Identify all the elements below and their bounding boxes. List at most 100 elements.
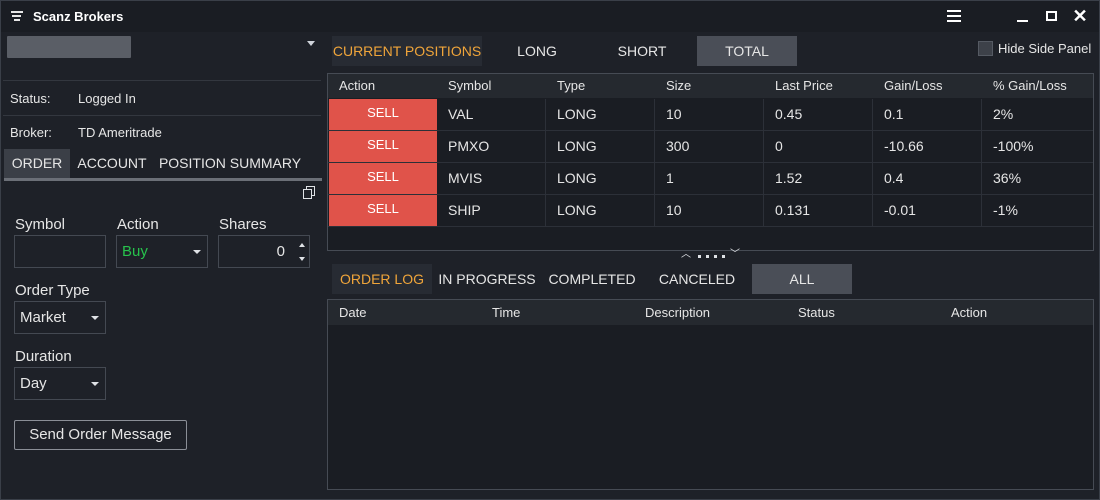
tab-current-positions[interactable]: CURRENT POSITIONS bbox=[332, 36, 482, 66]
splitter-handle[interactable]: ︿ ﹀ bbox=[681, 250, 743, 260]
column-header[interactable]: Last Price bbox=[775, 78, 833, 93]
title-bar: Scanz Brokers ✕ bbox=[1, 1, 1099, 32]
cell-size: 10 bbox=[666, 106, 682, 122]
hide-side-panel-label[interactable]: Hide Side Panel bbox=[998, 41, 1091, 56]
hide-side-panel-checkbox[interactable] bbox=[978, 41, 993, 56]
cell-gain-loss: 0.1 bbox=[884, 106, 904, 122]
account-select[interactable] bbox=[7, 36, 131, 58]
status-value: Logged In bbox=[78, 91, 136, 106]
maximize-icon[interactable] bbox=[1038, 5, 1064, 27]
cell-last-price: 0 bbox=[775, 138, 783, 154]
tab-short[interactable]: SHORT bbox=[592, 36, 692, 66]
order-log-table: Date Time Description Status Action bbox=[327, 299, 1094, 490]
tab-completed[interactable]: COMPLETED bbox=[542, 264, 642, 294]
chevron-up-icon[interactable]: ︿ bbox=[681, 250, 691, 260]
side-panel: Status: Logged In Broker: TD Ameritrade … bbox=[1, 32, 325, 500]
cell-size: 300 bbox=[666, 138, 690, 154]
decrement-icon[interactable] bbox=[299, 257, 305, 261]
cell-gain-loss: -0.01 bbox=[884, 202, 916, 218]
broker-label: Broker: bbox=[10, 125, 52, 140]
broker-value: TD Ameritrade bbox=[78, 125, 162, 140]
side-tabs: ORDER ACCOUNT POSITION SUMMARY bbox=[4, 149, 322, 178]
cell-size: 1 bbox=[666, 170, 674, 186]
column-header[interactable]: Type bbox=[557, 78, 585, 93]
cell-gain-loss: -10.66 bbox=[884, 138, 924, 154]
action-select[interactable]: Buy bbox=[116, 235, 208, 268]
table-row[interactable]: SELL MVIS LONG 1 1.52 0.4 36% bbox=[328, 163, 1093, 195]
column-header[interactable]: Date bbox=[339, 305, 366, 320]
tab-order[interactable]: ORDER bbox=[4, 149, 70, 178]
table-row[interactable]: SELL SHIP LONG 10 0.131 -0.01 -1% bbox=[328, 195, 1093, 227]
table-row[interactable]: SELL VAL LONG 10 0.45 0.1 2% bbox=[328, 99, 1093, 131]
divider bbox=[3, 80, 321, 81]
sell-button[interactable]: SELL bbox=[329, 195, 437, 226]
cell-pct-gain-loss: -100% bbox=[993, 138, 1034, 154]
symbol-input[interactable] bbox=[14, 235, 106, 268]
cell-type: LONG bbox=[557, 170, 597, 186]
action-label: Action bbox=[117, 216, 159, 233]
tab-long[interactable]: LONG bbox=[487, 36, 587, 66]
tab-underline bbox=[4, 178, 322, 181]
cell-size: 10 bbox=[666, 202, 682, 218]
table-header: Date Time Description Status Action bbox=[328, 300, 1093, 325]
tab-order-log[interactable]: ORDER LOG bbox=[332, 264, 432, 294]
chevron-down-icon bbox=[91, 382, 99, 386]
cell-symbol: VAL bbox=[448, 106, 474, 122]
column-header[interactable]: Gain/Loss bbox=[884, 78, 943, 93]
cell-last-price: 0.45 bbox=[775, 106, 803, 122]
cell-type: LONG bbox=[557, 138, 597, 154]
cell-symbol: MVIS bbox=[448, 170, 483, 186]
chevron-down-icon bbox=[91, 316, 99, 320]
table-row[interactable]: SELL PMXO LONG 300 0 -10.66 -100% bbox=[328, 131, 1093, 163]
sell-button[interactable]: SELL bbox=[329, 163, 437, 194]
duration-value: Day bbox=[20, 375, 47, 392]
sell-button[interactable]: SELL bbox=[329, 131, 437, 162]
cell-last-price: 1.52 bbox=[775, 170, 803, 186]
column-header[interactable]: Action bbox=[339, 78, 375, 93]
cell-gain-loss: 0.4 bbox=[884, 170, 904, 186]
copy-icon[interactable] bbox=[303, 186, 315, 199]
column-header[interactable]: Description bbox=[645, 305, 710, 320]
chevron-down-icon[interactable]: ﹀ bbox=[730, 250, 740, 260]
cell-last-price: 0.131 bbox=[775, 202, 811, 218]
window-title: Scanz Brokers bbox=[33, 9, 124, 24]
column-header[interactable]: Action bbox=[951, 305, 987, 320]
column-header[interactable]: Size bbox=[666, 78, 691, 93]
increment-icon[interactable] bbox=[299, 243, 305, 247]
divider bbox=[3, 115, 321, 116]
cell-symbol: SHIP bbox=[448, 202, 481, 218]
status-label: Status: bbox=[10, 91, 51, 106]
broker-window: Scanz Brokers ✕ Status: Logged In Broker… bbox=[0, 0, 1100, 500]
cell-pct-gain-loss: 2% bbox=[993, 106, 1014, 122]
duration-label: Duration bbox=[15, 348, 72, 365]
tab-all[interactable]: ALL bbox=[752, 264, 852, 294]
close-icon[interactable]: ✕ bbox=[1067, 5, 1093, 27]
send-order-message-button[interactable]: Send Order Message bbox=[14, 420, 187, 450]
tab-position-summary[interactable]: POSITION SUMMARY bbox=[158, 149, 302, 178]
table-header: Action Symbol Type Size Last Price Gain/… bbox=[328, 74, 1093, 98]
tab-total[interactable]: TOTAL bbox=[697, 36, 797, 66]
sell-button[interactable]: SELL bbox=[329, 99, 437, 130]
symbol-label: Symbol bbox=[15, 216, 66, 233]
order-type-select[interactable]: Market bbox=[14, 301, 106, 334]
cell-pct-gain-loss: -1% bbox=[993, 202, 1018, 218]
shares-stepper[interactable]: 0 bbox=[218, 235, 310, 268]
tab-canceled[interactable]: CANCELED bbox=[647, 264, 747, 294]
minimize-icon[interactable] bbox=[1009, 5, 1035, 27]
column-header[interactable]: Status bbox=[798, 305, 835, 320]
chevron-down-icon[interactable] bbox=[307, 41, 315, 46]
hamburger-menu-icon[interactable] bbox=[941, 5, 967, 27]
tab-in-progress[interactable]: IN PROGRESS bbox=[437, 264, 537, 294]
filter-icon bbox=[11, 11, 23, 21]
column-header[interactable]: % Gain/Loss bbox=[993, 78, 1067, 93]
column-header[interactable]: Symbol bbox=[448, 78, 491, 93]
duration-select[interactable]: Day bbox=[14, 367, 106, 400]
order-type-label: Order Type bbox=[15, 282, 90, 299]
cell-symbol: PMXO bbox=[448, 138, 490, 154]
order-type-value: Market bbox=[20, 309, 66, 326]
shares-label: Shares bbox=[219, 216, 267, 233]
cell-type: LONG bbox=[557, 202, 597, 218]
cell-pct-gain-loss: 36% bbox=[993, 170, 1022, 186]
tab-account[interactable]: ACCOUNT bbox=[74, 149, 150, 178]
column-header[interactable]: Time bbox=[492, 305, 520, 320]
